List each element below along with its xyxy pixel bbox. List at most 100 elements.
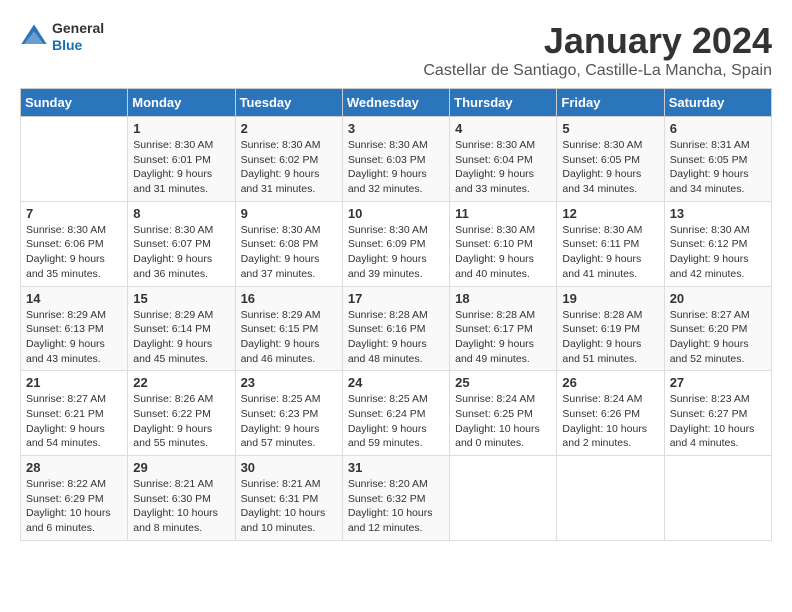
calendar-cell: 16 Sunrise: 8:29 AM Sunset: 6:15 PM Dayli… bbox=[235, 286, 342, 371]
day-number: 30 bbox=[241, 460, 337, 475]
title-block: January 2024 Castellar de Santiago, Cast… bbox=[423, 20, 772, 80]
calendar-cell: 2 Sunrise: 8:30 AM Sunset: 6:02 PM Daylig… bbox=[235, 117, 342, 202]
logo-text: General Blue bbox=[52, 20, 104, 54]
day-number: 4 bbox=[455, 121, 551, 136]
day-header-sunday: Sunday bbox=[21, 89, 128, 117]
day-number: 17 bbox=[348, 291, 444, 306]
day-number: 25 bbox=[455, 375, 551, 390]
calendar-cell: 5Sunrise: 8:30 AM Sunset: 6:05 PM Daylig… bbox=[557, 117, 664, 202]
day-number: 18 bbox=[455, 291, 551, 306]
calendar-cell: 11 Sunrise: 8:30 AM Sunset: 6:10 PM Dayli… bbox=[450, 201, 557, 286]
day-info: Sunrise: 8:31 AM Sunset: 6:05 PM Dayligh… bbox=[670, 138, 766, 197]
day-info: Sunrise: 8:30 AM Sunset: 6:02 PM Dayligh… bbox=[241, 138, 337, 197]
calendar-cell: 7Sunrise: 8:30 AM Sunset: 6:06 PM Daylig… bbox=[21, 201, 128, 286]
calendar-cell bbox=[664, 456, 771, 541]
day-info: Sunrise: 8:29 AM Sunset: 6:15 PM Dayligh… bbox=[241, 308, 337, 367]
day-number: 13 bbox=[670, 206, 766, 221]
day-info: Sunrise: 8:24 AM Sunset: 6:26 PM Dayligh… bbox=[562, 392, 658, 451]
calendar-cell: 22 Sunrise: 8:26 AM Sunset: 6:22 PM Dayli… bbox=[128, 371, 235, 456]
calendar-cell: 27Sunrise: 8:23 AM Sunset: 6:27 PM Dayli… bbox=[664, 371, 771, 456]
day-info: Sunrise: 8:30 AM Sunset: 6:09 PM Dayligh… bbox=[348, 223, 444, 282]
day-info: Sunrise: 8:27 AM Sunset: 6:20 PM Dayligh… bbox=[670, 308, 766, 367]
day-number: 21 bbox=[26, 375, 122, 390]
calendar-week-row: 14 Sunrise: 8:29 AM Sunset: 6:13 PM Dayli… bbox=[21, 286, 772, 371]
day-number: 11 bbox=[455, 206, 551, 221]
day-info: Sunrise: 8:29 AM Sunset: 6:13 PM Dayligh… bbox=[26, 308, 122, 367]
logo-line1: General bbox=[52, 20, 104, 37]
calendar-cell bbox=[450, 456, 557, 541]
calendar-cell bbox=[21, 117, 128, 202]
day-header-thursday: Thursday bbox=[450, 89, 557, 117]
day-header-friday: Friday bbox=[557, 89, 664, 117]
day-info: Sunrise: 8:20 AM Sunset: 6:32 PM Dayligh… bbox=[348, 477, 444, 536]
page-header: General Blue January 2024 Castellar de S… bbox=[20, 20, 772, 80]
day-number: 9 bbox=[241, 206, 337, 221]
day-info: Sunrise: 8:28 AM Sunset: 6:19 PM Dayligh… bbox=[562, 308, 658, 367]
calendar-week-row: 1 Sunrise: 8:30 AM Sunset: 6:01 PM Daylig… bbox=[21, 117, 772, 202]
calendar-cell: 13 Sunrise: 8:30 AM Sunset: 6:12 PM Dayli… bbox=[664, 201, 771, 286]
calendar-cell: 3 Sunrise: 8:30 AM Sunset: 6:03 PM Daylig… bbox=[342, 117, 449, 202]
day-number: 29 bbox=[133, 460, 229, 475]
day-info: Sunrise: 8:30 AM Sunset: 6:11 PM Dayligh… bbox=[562, 223, 658, 282]
day-info: Sunrise: 8:30 AM Sunset: 6:10 PM Dayligh… bbox=[455, 223, 551, 282]
day-number: 14 bbox=[26, 291, 122, 306]
day-number: 12 bbox=[562, 206, 658, 221]
day-info: Sunrise: 8:29 AM Sunset: 6:14 PM Dayligh… bbox=[133, 308, 229, 367]
day-number: 7 bbox=[26, 206, 122, 221]
subtitle: Castellar de Santiago, Castille-La Manch… bbox=[423, 62, 772, 80]
calendar-cell bbox=[557, 456, 664, 541]
calendar-cell: 6 Sunrise: 8:31 AM Sunset: 6:05 PM Daylig… bbox=[664, 117, 771, 202]
calendar-cell: 12 Sunrise: 8:30 AM Sunset: 6:11 PM Dayli… bbox=[557, 201, 664, 286]
day-info: Sunrise: 8:30 AM Sunset: 6:01 PM Dayligh… bbox=[133, 138, 229, 197]
calendar-cell: 18 Sunrise: 8:28 AM Sunset: 6:17 PM Dayli… bbox=[450, 286, 557, 371]
day-info: Sunrise: 8:27 AM Sunset: 6:21 PM Dayligh… bbox=[26, 392, 122, 451]
day-number: 1 bbox=[133, 121, 229, 136]
day-number: 22 bbox=[133, 375, 229, 390]
calendar-cell: 10 Sunrise: 8:30 AM Sunset: 6:09 PM Dayli… bbox=[342, 201, 449, 286]
day-number: 3 bbox=[348, 121, 444, 136]
day-info: Sunrise: 8:24 AM Sunset: 6:25 PM Dayligh… bbox=[455, 392, 551, 451]
day-number: 6 bbox=[670, 121, 766, 136]
calendar-cell: 17 Sunrise: 8:28 AM Sunset: 6:16 PM Dayli… bbox=[342, 286, 449, 371]
day-number: 28 bbox=[26, 460, 122, 475]
calendar-cell: 19 Sunrise: 8:28 AM Sunset: 6:19 PM Dayli… bbox=[557, 286, 664, 371]
main-title: January 2024 bbox=[423, 20, 772, 62]
day-header-saturday: Saturday bbox=[664, 89, 771, 117]
logo: General Blue bbox=[20, 20, 104, 54]
day-info: Sunrise: 8:28 AM Sunset: 6:17 PM Dayligh… bbox=[455, 308, 551, 367]
calendar-cell: 24 Sunrise: 8:25 AM Sunset: 6:24 PM Dayli… bbox=[342, 371, 449, 456]
calendar-table: SundayMondayTuesdayWednesdayThursdayFrid… bbox=[20, 88, 772, 541]
day-number: 26 bbox=[562, 375, 658, 390]
day-info: Sunrise: 8:25 AM Sunset: 6:24 PM Dayligh… bbox=[348, 392, 444, 451]
day-number: 23 bbox=[241, 375, 337, 390]
day-info: Sunrise: 8:30 AM Sunset: 6:07 PM Dayligh… bbox=[133, 223, 229, 282]
calendar-cell: 26 Sunrise: 8:24 AM Sunset: 6:26 PM Dayli… bbox=[557, 371, 664, 456]
day-info: Sunrise: 8:25 AM Sunset: 6:23 PM Dayligh… bbox=[241, 392, 337, 451]
calendar-cell: 29Sunrise: 8:21 AM Sunset: 6:30 PM Dayli… bbox=[128, 456, 235, 541]
day-number: 24 bbox=[348, 375, 444, 390]
day-info: Sunrise: 8:30 AM Sunset: 6:03 PM Dayligh… bbox=[348, 138, 444, 197]
calendar-cell: 1 Sunrise: 8:30 AM Sunset: 6:01 PM Daylig… bbox=[128, 117, 235, 202]
day-number: 15 bbox=[133, 291, 229, 306]
calendar-cell: 30Sunrise: 8:21 AM Sunset: 6:31 PM Dayli… bbox=[235, 456, 342, 541]
calendar-cell: 28Sunrise: 8:22 AM Sunset: 6:29 PM Dayli… bbox=[21, 456, 128, 541]
day-info: Sunrise: 8:26 AM Sunset: 6:22 PM Dayligh… bbox=[133, 392, 229, 451]
day-header-monday: Monday bbox=[128, 89, 235, 117]
day-number: 19 bbox=[562, 291, 658, 306]
calendar-cell: 23 Sunrise: 8:25 AM Sunset: 6:23 PM Dayli… bbox=[235, 371, 342, 456]
day-info: Sunrise: 8:30 AM Sunset: 6:12 PM Dayligh… bbox=[670, 223, 766, 282]
day-number: 16 bbox=[241, 291, 337, 306]
day-info: Sunrise: 8:23 AM Sunset: 6:27 PM Dayligh… bbox=[670, 392, 766, 451]
day-info: Sunrise: 8:30 AM Sunset: 6:04 PM Dayligh… bbox=[455, 138, 551, 197]
day-header-wednesday: Wednesday bbox=[342, 89, 449, 117]
calendar-cell: 14 Sunrise: 8:29 AM Sunset: 6:13 PM Dayli… bbox=[21, 286, 128, 371]
calendar-week-row: 7Sunrise: 8:30 AM Sunset: 6:06 PM Daylig… bbox=[21, 201, 772, 286]
calendar-cell: 31Sunrise: 8:20 AM Sunset: 6:32 PM Dayli… bbox=[342, 456, 449, 541]
day-number: 8 bbox=[133, 206, 229, 221]
day-number: 2 bbox=[241, 121, 337, 136]
day-info: Sunrise: 8:28 AM Sunset: 6:16 PM Dayligh… bbox=[348, 308, 444, 367]
calendar-week-row: 21 Sunrise: 8:27 AM Sunset: 6:21 PM Dayli… bbox=[21, 371, 772, 456]
day-number: 5 bbox=[562, 121, 658, 136]
day-number: 10 bbox=[348, 206, 444, 221]
day-header-tuesday: Tuesday bbox=[235, 89, 342, 117]
